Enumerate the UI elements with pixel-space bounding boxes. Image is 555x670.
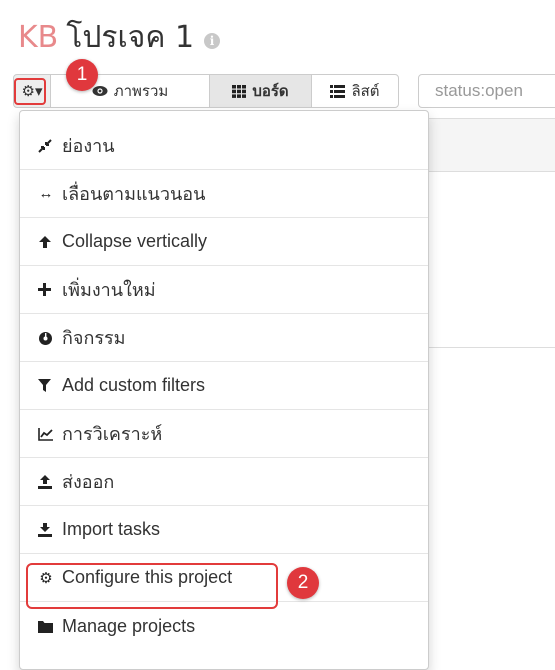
menu-item-collapse-tasks[interactable]: ย่องาน: [20, 122, 428, 170]
search-input[interactable]: status:open: [418, 74, 555, 108]
menu-item-label: การวิเคราะห์: [62, 424, 163, 444]
list-label: ลิสต์: [351, 82, 380, 100]
menu-item-activity[interactable]: กิจกรรม: [20, 314, 428, 362]
title-prefix: KB: [18, 20, 59, 55]
list-button[interactable]: ลิสต์: [311, 74, 399, 108]
menu-item-manage-projects[interactable]: Manage projects: [20, 602, 428, 650]
plus-icon: [38, 283, 54, 296]
menu-item-label: Manage projects: [62, 615, 196, 636]
upload-icon: [38, 474, 54, 489]
step2-highlight: [26, 563, 278, 609]
board-column-header: [427, 119, 555, 172]
board-button[interactable]: บอร์ด: [209, 74, 312, 108]
step1-badge: 1: [66, 59, 98, 91]
menu-item-export[interactable]: ส่งออก: [20, 458, 428, 506]
dashboard-icon: [38, 331, 54, 345]
menu-item-add-task[interactable]: เพิ่มงานใหม่: [20, 266, 428, 314]
filter-icon: [38, 378, 54, 393]
menu-item-label: กิจกรรม: [62, 328, 126, 348]
th-icon: [232, 84, 247, 98]
menu-item-custom-filters[interactable]: Add custom filters: [20, 362, 428, 410]
menu-item-label: เพิ่มงานใหม่: [62, 280, 156, 300]
line-chart-icon: [38, 427, 54, 441]
menu-item-collapse-vertically[interactable]: Collapse vertically: [20, 218, 428, 266]
menu-item-label: Add custom filters: [62, 375, 206, 395]
project-name: โปรเจค 1: [66, 20, 195, 55]
eye-icon: [92, 85, 108, 97]
info-icon[interactable]: i: [204, 33, 221, 49]
compress-icon: [38, 138, 54, 153]
menu-item-label: เลื่อนตามแนวนอน: [62, 184, 206, 204]
menu-item-analytics[interactable]: การวิเคราะห์: [20, 410, 428, 458]
board-column: [426, 118, 555, 348]
menu-item-label: ส่งออก: [62, 472, 115, 492]
overview-label: ภาพรวม: [113, 82, 169, 100]
step2-badge: 2: [287, 567, 319, 599]
folder-icon: [38, 620, 54, 633]
menu-item-horizontal-scroll[interactable]: ↔ เลื่อนตามแนวนอน: [20, 170, 428, 218]
arrow-up-icon: [38, 235, 54, 249]
list-icon: [330, 84, 346, 98]
search-value: status:open: [435, 81, 523, 100]
download-icon: [38, 522, 54, 537]
menu-item-label: Import tasks: [62, 519, 161, 539]
board-label: บอร์ด: [252, 82, 289, 100]
page-title: KB โปรเจค 1 i: [18, 18, 221, 58]
menu-item-label: ย่องาน: [62, 136, 115, 156]
menu-item-label: Collapse vertically: [62, 231, 208, 251]
arrows-horizontal-icon: ↔: [38, 185, 54, 202]
menu-item-import-tasks[interactable]: Import tasks: [20, 506, 428, 554]
step1-highlight: [14, 78, 46, 105]
